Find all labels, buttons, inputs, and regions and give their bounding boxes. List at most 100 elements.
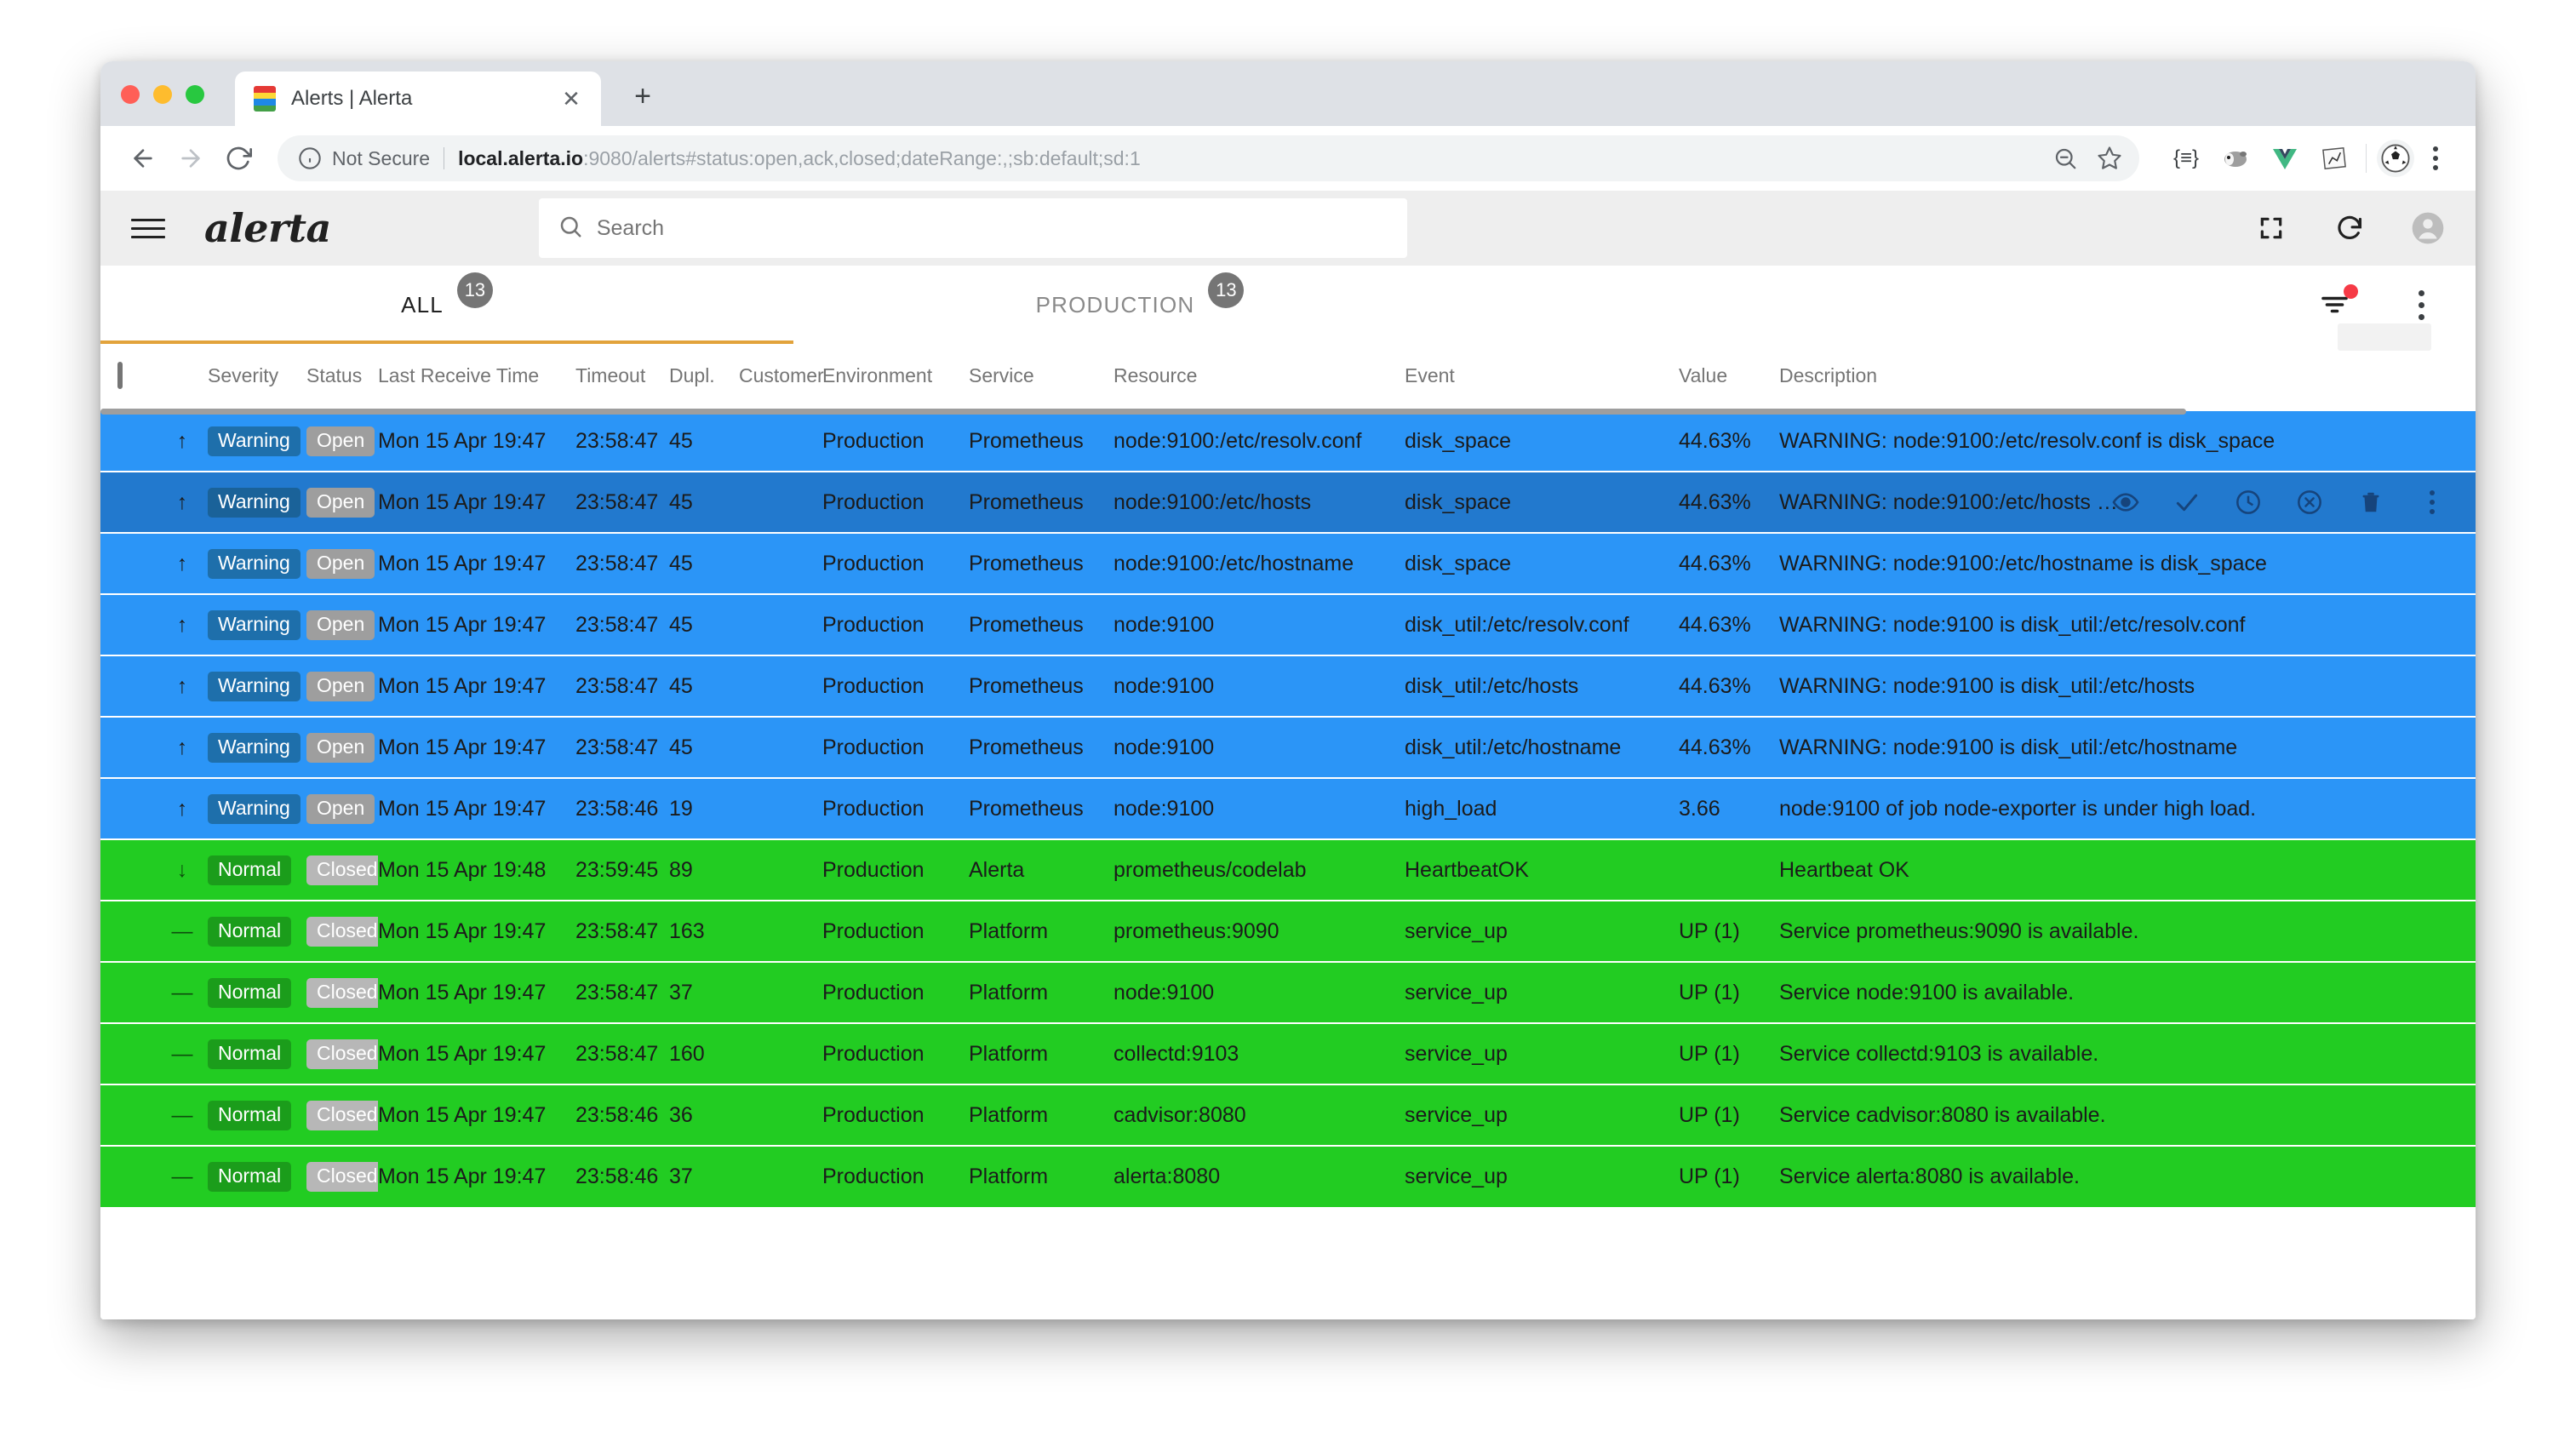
fullscreen-icon[interactable] bbox=[2251, 208, 2292, 249]
tab-production-count: 13 bbox=[1208, 272, 1244, 308]
column-service[interactable]: Service bbox=[969, 344, 1113, 410]
row-checkbox-cell[interactable] bbox=[100, 1146, 157, 1207]
chart-extension-icon[interactable] bbox=[2313, 137, 2356, 180]
row-checkbox-cell[interactable] bbox=[100, 717, 157, 778]
cell-resource: cadvisor:8080 bbox=[1113, 1084, 1405, 1146]
row-checkbox-cell[interactable] bbox=[100, 594, 157, 655]
cell-environment: Production bbox=[822, 472, 969, 533]
close-tab-icon[interactable]: ✕ bbox=[557, 84, 586, 113]
cell-timeout: 23:58:47 bbox=[575, 717, 669, 778]
back-button[interactable] bbox=[119, 134, 167, 182]
column-customer[interactable]: Customer bbox=[739, 344, 822, 410]
forward-button[interactable] bbox=[167, 134, 215, 182]
account-circle-icon[interactable] bbox=[2407, 208, 2448, 249]
table-row[interactable]: ↓NormalClosedMon 15 Apr 19:4823:59:4589P… bbox=[100, 839, 2476, 901]
window-controls[interactable] bbox=[121, 85, 204, 104]
cell-environment: Production bbox=[822, 1084, 969, 1146]
cell-description: Heartbeat OK bbox=[1779, 839, 2476, 901]
row-checkbox-cell[interactable] bbox=[100, 472, 157, 533]
hamburger-menu-icon[interactable] bbox=[124, 204, 172, 252]
tab-production[interactable]: PRODUCTION 13 bbox=[793, 266, 1486, 344]
cell-event: high_load bbox=[1405, 778, 1679, 839]
table-row[interactable]: —NormalClosedMon 15 Apr 19:4723:58:4637P… bbox=[100, 1146, 2476, 1207]
refresh-icon[interactable] bbox=[2329, 208, 2370, 249]
json-formatter-extension-icon[interactable]: {≡} bbox=[2165, 137, 2207, 180]
maximize-window-button[interactable] bbox=[186, 85, 204, 104]
app-logo[interactable]: alerta bbox=[204, 205, 331, 251]
info-circle-icon[interactable] bbox=[298, 146, 322, 170]
select-all-cell[interactable] bbox=[100, 344, 157, 410]
table-row[interactable]: ↑WarningOpenMon 15 Apr 19:4723:58:4745Pr… bbox=[100, 594, 2476, 655]
table-row[interactable]: —NormalClosedMon 15 Apr 19:4723:58:4636P… bbox=[100, 1084, 2476, 1146]
tab-all[interactable]: ALL 13 bbox=[100, 266, 793, 344]
column-status[interactable]: Status bbox=[306, 344, 378, 410]
row-checkbox-cell[interactable] bbox=[100, 778, 157, 839]
column-dupl[interactable]: Dupl. bbox=[669, 344, 739, 410]
severity-badge: Warning bbox=[208, 594, 306, 655]
browser-tab-active[interactable]: Alerts | Alerta ✕ bbox=[235, 72, 601, 126]
row-checkbox-cell[interactable] bbox=[100, 962, 157, 1023]
cell-last-receive-time: Mon 15 Apr 19:47 bbox=[378, 594, 575, 655]
zoom-out-icon[interactable] bbox=[2044, 137, 2087, 180]
table-row[interactable]: ↑WarningOpenMon 15 Apr 19:4723:58:4745Pr… bbox=[100, 533, 2476, 594]
cell-description: WARNING: node:9100:/etc/resolv.conf is d… bbox=[1779, 410, 2476, 472]
select-all-checkbox[interactable] bbox=[117, 362, 123, 389]
bookmark-star-icon[interactable] bbox=[2088, 137, 2131, 180]
more-actions-icon[interactable] bbox=[2418, 488, 2447, 517]
chrome-menu-icon[interactable] bbox=[2414, 137, 2457, 180]
shelve-alert-icon[interactable] bbox=[2234, 488, 2263, 517]
cell-timeout: 23:58:47 bbox=[575, 962, 669, 1023]
row-checkbox-cell[interactable] bbox=[100, 839, 157, 901]
row-checkbox-cell[interactable] bbox=[100, 655, 157, 717]
table-row[interactable]: —NormalClosedMon 15 Apr 19:4723:58:47160… bbox=[100, 1023, 2476, 1084]
cell-value: 44.63% bbox=[1679, 717, 1779, 778]
cell-customer bbox=[739, 1023, 822, 1084]
column-event[interactable]: Event bbox=[1405, 344, 1679, 410]
severity-badge: Normal bbox=[208, 962, 306, 1023]
cell-last-receive-time: Mon 15 Apr 19:48 bbox=[378, 839, 575, 901]
column-value[interactable]: Value bbox=[1679, 344, 1779, 410]
table-row[interactable]: ↑WarningOpenMon 15 Apr 19:4723:58:4619Pr… bbox=[100, 778, 2476, 839]
cell-service: Platform bbox=[969, 1146, 1113, 1207]
more-vert-icon[interactable] bbox=[2401, 284, 2441, 325]
alerts-table: Severity Status Last Receive Time Timeou… bbox=[100, 344, 2476, 1207]
row-checkbox-cell[interactable] bbox=[100, 533, 157, 594]
watch-alert-icon[interactable] bbox=[2111, 488, 2140, 517]
severity-trend-icon: ↑ bbox=[157, 472, 208, 533]
cell-description: WARNING: node:9100 is disk_util:/etc/hos… bbox=[1779, 655, 2476, 717]
soccer-ball-avatar-icon[interactable] bbox=[2377, 140, 2414, 177]
row-checkbox-cell[interactable] bbox=[100, 410, 157, 472]
table-row[interactable]: ↑WarningOpenMon 15 Apr 19:4723:58:4745Pr… bbox=[100, 410, 2476, 472]
table-row[interactable]: —NormalClosedMon 15 Apr 19:4723:58:4737P… bbox=[100, 962, 2476, 1023]
search-input[interactable]: Search bbox=[539, 198, 1407, 258]
table-row[interactable]: ↑WarningOpenMon 15 Apr 19:4723:58:4745Pr… bbox=[100, 717, 2476, 778]
minimize-window-button[interactable] bbox=[153, 85, 172, 104]
row-checkbox-cell[interactable] bbox=[100, 1084, 157, 1146]
address-bar[interactable]: Not Secure local.alerta.io:9080/alerts#s… bbox=[278, 135, 2139, 181]
table-row[interactable]: ↑WarningOpenMon 15 Apr 19:4723:58:4745Pr… bbox=[100, 655, 2476, 717]
filter-list-icon[interactable] bbox=[2316, 284, 2356, 325]
column-environment[interactable]: Environment bbox=[822, 344, 969, 410]
ack-alert-icon[interactable] bbox=[2172, 488, 2201, 517]
row-checkbox-cell[interactable] bbox=[100, 901, 157, 962]
delete-alert-icon[interactable] bbox=[2356, 488, 2385, 517]
column-timeout[interactable]: Timeout bbox=[575, 344, 669, 410]
table-row[interactable]: ↑WarningOpenMon 15 Apr 19:4723:58:4745Pr… bbox=[100, 472, 2476, 533]
badger-extension-icon[interactable] bbox=[2214, 137, 2257, 180]
close-alert-icon[interactable] bbox=[2295, 488, 2324, 517]
new-tab-button[interactable]: + bbox=[625, 78, 661, 114]
column-last-receive-time[interactable]: Last Receive Time bbox=[378, 344, 575, 410]
column-description[interactable]: Description bbox=[1779, 344, 2476, 410]
cell-description: Service alerta:8080 is available. bbox=[1779, 1146, 2476, 1207]
row-action-bar[interactable] bbox=[2111, 488, 2447, 517]
row-checkbox-cell[interactable] bbox=[100, 1023, 157, 1084]
vue-devtools-extension-icon[interactable] bbox=[2264, 137, 2306, 180]
alerta-favicon-icon bbox=[254, 86, 276, 112]
reload-button[interactable] bbox=[215, 134, 262, 182]
table-row[interactable]: —NormalClosedMon 15 Apr 19:4723:58:47163… bbox=[100, 901, 2476, 962]
tab-all-count: 13 bbox=[457, 272, 493, 308]
horizontal-scrollbar[interactable] bbox=[100, 409, 2186, 415]
column-resource[interactable]: Resource bbox=[1113, 344, 1405, 410]
column-severity[interactable]: Severity bbox=[208, 344, 306, 410]
close-window-button[interactable] bbox=[121, 85, 140, 104]
